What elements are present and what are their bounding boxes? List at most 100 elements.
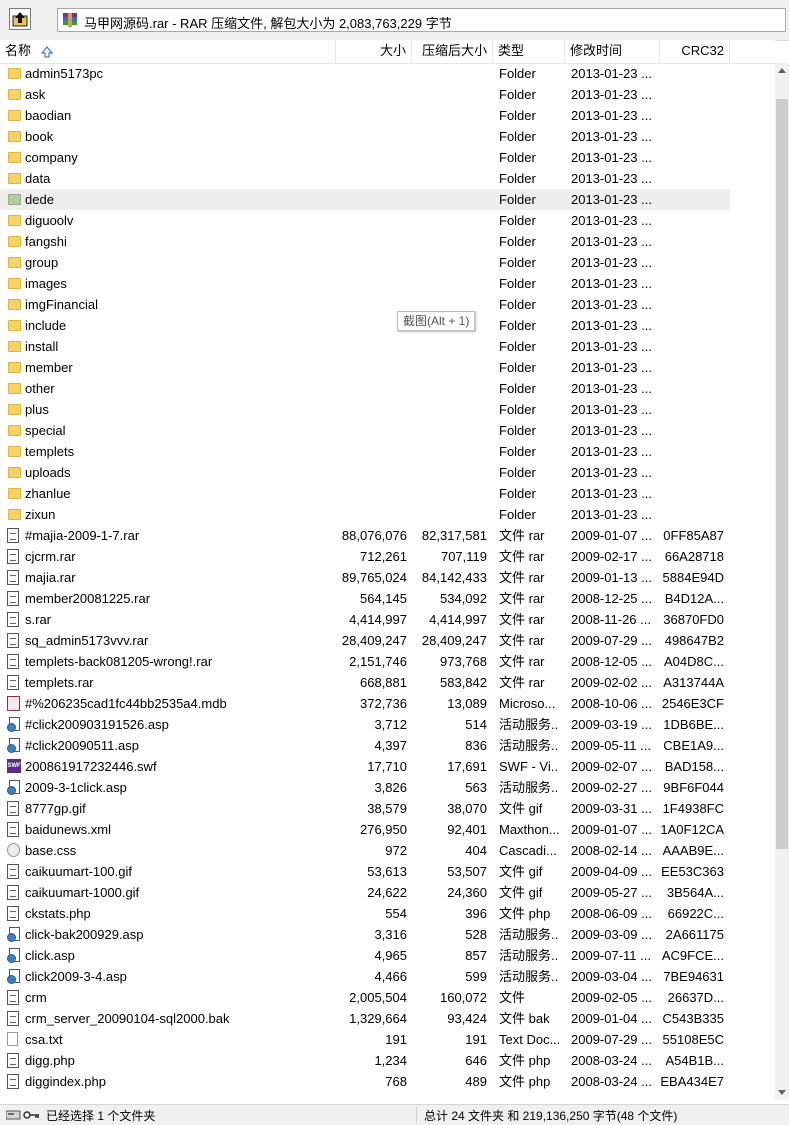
file-size: 3,826 bbox=[374, 780, 407, 795]
scroll-down-button[interactable] bbox=[775, 1084, 789, 1100]
file-type: Folder bbox=[499, 171, 536, 186]
scroll-up-button[interactable] bbox=[775, 63, 789, 79]
file-name: crm bbox=[25, 990, 47, 1005]
path-bar[interactable]: 马甲网源码.rar - RAR 压缩文件, 解包大小为 2,083,763,22… bbox=[57, 8, 786, 32]
file-size: 24,622 bbox=[367, 885, 407, 900]
file-row[interactable]: caikuumart-100.gif 53,613 53,507 文件 gif 2009… bbox=[0, 861, 730, 882]
file-crc: 2546E3CF bbox=[661, 696, 724, 711]
file-name: diggindex.php bbox=[25, 1074, 106, 1089]
file-row[interactable]: 2009-3-1click.asp 3,826 563 活动服务... 2009-02-… bbox=[0, 777, 730, 798]
file-row[interactable]: s.rar 4,414,997 4,414,997 文件 rar 2008-11-26 … bbox=[0, 609, 730, 630]
file-row[interactable]: caikuumart-1000.gif 24,622 24,360 文件 gif 200… bbox=[0, 882, 730, 903]
file-row[interactable]: #click200903191526.asp 3,712 514 活动服务... 200… bbox=[0, 714, 730, 735]
file-row[interactable]: member Folder 2013-01-23 ... bbox=[0, 357, 730, 378]
file-row[interactable]: dede Folder 2013-01-23 ... bbox=[0, 189, 730, 210]
folder-icon bbox=[7, 150, 23, 165]
file-row[interactable]: click-bak200929.asp 3,316 528 活动服务... 2009-0… bbox=[0, 924, 730, 945]
file-name: majia.rar bbox=[25, 570, 76, 585]
vertical-scrollbar[interactable] bbox=[775, 63, 789, 1100]
file-row[interactable]: fangshi Folder 2013-01-23 ... bbox=[0, 231, 730, 252]
file-row[interactable]: ask Folder 2013-01-23 ... bbox=[0, 84, 730, 105]
file-packed-size: 38,070 bbox=[447, 801, 487, 816]
file-type: Folder bbox=[499, 150, 536, 165]
file-row[interactable]: install Folder 2013-01-23 ... bbox=[0, 336, 730, 357]
file-row[interactable]: digg.php 1,234 646 文件 php 2008-03-24 ... A54B… bbox=[0, 1050, 730, 1071]
file-row[interactable]: majia.rar 89,765,024 84,142,433 文件 rar 2009-… bbox=[0, 567, 730, 588]
file-row[interactable]: images Folder 2013-01-23 ... bbox=[0, 273, 730, 294]
column-crc[interactable]: CRC32 bbox=[660, 40, 730, 63]
file-row[interactable]: diguoolv Folder 2013-01-23 ... bbox=[0, 210, 730, 231]
toolbar: 马甲网源码.rar - RAR 压缩文件, 解包大小为 2,083,763,22… bbox=[0, 0, 789, 41]
file-row[interactable]: special Folder 2013-01-23 ... bbox=[0, 420, 730, 441]
file-name: templets-back081205-wrong!.rar bbox=[25, 654, 213, 669]
file-row[interactable]: diggindex.php 768 489 文件 php 2008-03-24 ... E… bbox=[0, 1071, 730, 1092]
file-size: 17,710 bbox=[367, 759, 407, 774]
file-row[interactable]: #%206235cad1fc44bb2535a4.mdb 372,736 13,08… bbox=[0, 693, 730, 714]
file-crc: 2A661175 bbox=[665, 927, 724, 942]
file-packed-size bbox=[412, 357, 487, 378]
file-icon bbox=[7, 612, 23, 627]
column-type[interactable]: 类型 bbox=[493, 40, 565, 63]
file-packed-size bbox=[412, 462, 487, 483]
file-row[interactable]: data Folder 2013-01-23 ... bbox=[0, 168, 730, 189]
file-packed-size: 13,089 bbox=[447, 696, 487, 711]
file-row[interactable]: templets Folder 2013-01-23 ... bbox=[0, 441, 730, 462]
column-name[interactable]: 名称 bbox=[0, 40, 336, 63]
file-row[interactable]: admin5173pc Folder 2013-01-23 ... bbox=[0, 63, 730, 84]
file-type: Folder bbox=[499, 381, 536, 396]
column-size[interactable]: 大小 bbox=[336, 40, 412, 63]
file-name: caikuumart-1000.gif bbox=[25, 885, 140, 900]
file-type: 文件 php bbox=[499, 1074, 551, 1089]
column-packed[interactable]: 压缩后大小 bbox=[412, 40, 493, 63]
file-row[interactable]: templets.rar 668,881 583,842 文件 rar 2009-02-… bbox=[0, 672, 730, 693]
file-row[interactable]: imgFinancial Folder 2013-01-23 ... bbox=[0, 294, 730, 315]
file-row[interactable]: zixun Folder 2013-01-23 ... bbox=[0, 504, 730, 525]
css-icon bbox=[7, 843, 23, 858]
file-row[interactable]: click.asp 4,965 857 活动服务... 2009-07-11 ... AC… bbox=[0, 945, 730, 966]
file-row[interactable]: member20081225.rar 564,145 534,092 文件 rar 20… bbox=[0, 588, 730, 609]
file-row[interactable]: csa.txt 191 191 Text Doc... 2009-07-29 ... 55… bbox=[0, 1029, 730, 1050]
column-modified[interactable]: 修改时间 bbox=[565, 40, 660, 63]
file-row[interactable]: templets-back081205-wrong!.rar 2,151,746 9… bbox=[0, 651, 730, 672]
file-packed-size: 160,072 bbox=[440, 990, 487, 1005]
file-row[interactable]: include Folder 2013-01-23 ... bbox=[0, 315, 730, 336]
web-document-icon bbox=[7, 927, 23, 942]
file-row[interactable]: SWF 200861917232446.swf 17,710 17,691 SWF - … bbox=[0, 756, 730, 777]
file-type: Folder bbox=[499, 213, 536, 228]
file-size: 4,414,997 bbox=[349, 612, 407, 627]
file-row[interactable]: click2009-3-4.asp 4,466 599 活动服务... 2009-03-… bbox=[0, 966, 730, 987]
file-row[interactable]: uploads Folder 2013-01-23 ... bbox=[0, 462, 730, 483]
file-row[interactable]: sq_admin5173vvv.rar 28,409,247 28,409,247 文… bbox=[0, 630, 730, 651]
file-size bbox=[336, 273, 407, 294]
file-name: baidunews.xml bbox=[25, 822, 111, 837]
file-size bbox=[336, 63, 407, 84]
file-row[interactable]: cjcrm.rar 712,261 707,119 文件 rar 2009-02-17 … bbox=[0, 546, 730, 567]
file-row[interactable]: group Folder 2013-01-23 ... bbox=[0, 252, 730, 273]
file-row[interactable]: zhanlue Folder 2013-01-23 ... bbox=[0, 483, 730, 504]
file-list[interactable]: admin5173pc Folder 2013-01-23 ... ask Folder… bbox=[0, 63, 775, 1100]
file-name: 2009-3-1click.asp bbox=[25, 780, 127, 795]
file-crc: AC9FCE... bbox=[661, 948, 724, 963]
file-icon bbox=[7, 570, 23, 585]
file-row[interactable]: baidunews.xml 276,950 92,401 Maxthon... 2009… bbox=[0, 819, 730, 840]
file-row[interactable]: plus Folder 2013-01-23 ... bbox=[0, 399, 730, 420]
file-row[interactable]: crm 2,005,504 160,072 文件 2009-02-05 ... 26637… bbox=[0, 987, 730, 1008]
file-type: Folder bbox=[499, 507, 536, 522]
file-row[interactable]: company Folder 2013-01-23 ... bbox=[0, 147, 730, 168]
file-type: Cascadi... bbox=[499, 843, 557, 858]
file-crc: A04D8C... bbox=[664, 654, 724, 669]
file-row[interactable]: 8777gp.gif 38,579 38,070 文件 gif 2009-03-31 .… bbox=[0, 798, 730, 819]
file-packed-size bbox=[412, 399, 487, 420]
file-row[interactable]: crm_server_20090104-sql2000.bak 1,329,664… bbox=[0, 1008, 730, 1029]
file-row[interactable]: ckstats.php 554 396 文件 php 2008-06-09 ... 669… bbox=[0, 903, 730, 924]
file-row[interactable]: baodian Folder 2013-01-23 ... bbox=[0, 105, 730, 126]
file-row[interactable]: #majia-2009-1-7.rar 88,076,076 82,317,581 文… bbox=[0, 525, 730, 546]
file-row[interactable]: #click20090511.asp 4,397 836 活动服务... 2009-05… bbox=[0, 735, 730, 756]
file-row[interactable]: book Folder 2013-01-23 ... bbox=[0, 126, 730, 147]
up-folder-button[interactable] bbox=[9, 8, 31, 30]
file-row[interactable]: other Folder 2013-01-23 ... bbox=[0, 378, 730, 399]
file-size: 53,613 bbox=[367, 864, 407, 879]
scrollbar-thumb[interactable] bbox=[776, 99, 788, 849]
file-packed-size: 82,317,581 bbox=[421, 528, 487, 543]
file-row[interactable]: base.css 972 404 Cascadi... 2008-02-14 ... AA… bbox=[0, 840, 730, 861]
